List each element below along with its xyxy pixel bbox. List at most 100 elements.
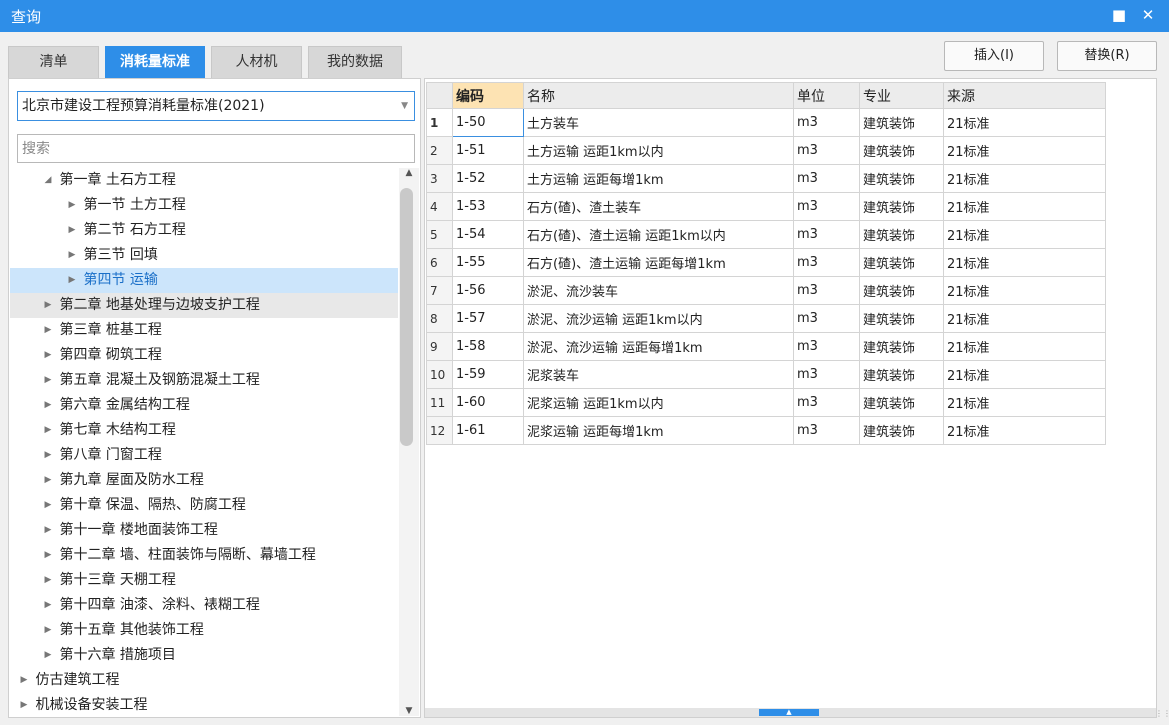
cell-specialty[interactable]: 建筑装饰 [859,220,944,249]
cell-code[interactable]: 1-60 [452,388,524,417]
cell-source[interactable]: 21标准 [943,192,1106,221]
table-row[interactable]: 11 1-60 泥浆运输 运距1km以内 m3 建筑装饰 21标准 [426,388,1106,417]
cell-specialty[interactable]: 建筑装饰 [859,416,944,445]
cell-name[interactable]: 泥浆运输 运距每增1km [523,416,794,445]
tree-node[interactable]: ▶ 第二章 地基处理与边坡支护工程 [10,293,398,318]
collapse-arrow-icon[interactable]: ▲ [759,709,819,716]
cell-source[interactable]: 21标准 [943,276,1106,305]
collapsed-arrow-icon[interactable]: ▶ [41,293,55,318]
tree-scrollbar[interactable]: ▲ ▼ [399,168,419,716]
table-row[interactable]: 1 1-50 土方装车 m3 建筑装饰 21标准 [426,108,1106,137]
tree-node[interactable]: ▶ 第十六章 措施项目 [10,643,398,668]
cell-source[interactable]: 21标准 [943,108,1106,137]
minimize-icon[interactable]: ■ [1108,4,1130,26]
cell-specialty[interactable]: 建筑装饰 [859,164,944,193]
cell-unit[interactable]: m3 [793,416,860,445]
collapsed-arrow-icon[interactable]: ▶ [41,568,55,593]
cell-name[interactable]: 土方装车 [523,108,794,137]
cell-code[interactable]: 1-57 [452,304,524,333]
cell-source[interactable]: 21标准 [943,360,1106,389]
cell-name[interactable]: 淤泥、流沙运输 运距每增1km [523,332,794,361]
cell-code[interactable]: 1-61 [452,416,524,445]
cell-name[interactable]: 泥浆装车 [523,360,794,389]
close-icon[interactable]: ✕ [1137,4,1159,26]
collapsed-arrow-icon[interactable]: ▶ [41,418,55,443]
collapsed-arrow-icon[interactable]: ▶ [65,218,79,243]
table-row[interactable]: 9 1-58 淤泥、流沙运输 运距每增1km m3 建筑装饰 21标准 [426,332,1106,361]
table-row[interactable]: 10 1-59 泥浆装车 m3 建筑装饰 21标准 [426,360,1106,389]
tree-node[interactable]: ◢ 第一章 土石方工程 [10,168,398,193]
tree-node[interactable]: ▶ 第二节 石方工程 [10,218,398,243]
cell-source[interactable]: 21标准 [943,248,1106,277]
cell-code[interactable]: 1-55 [452,248,524,277]
tree-node[interactable]: ▶ 第六章 金属结构工程 [10,393,398,418]
cell-name[interactable]: 石方(碴)、渣土运输 运距1km以内 [523,220,794,249]
cell-unit[interactable]: m3 [793,360,860,389]
cell-source[interactable]: 21标准 [943,304,1106,333]
cell-specialty[interactable]: 建筑装饰 [859,332,944,361]
scroll-thumb[interactable] [400,188,413,446]
tab-labor-material-machine[interactable]: 人材机 [211,46,302,78]
collapsed-arrow-icon[interactable]: ▶ [41,593,55,618]
tree-node-selected[interactable]: ▶ 第四节 运输 [10,268,398,293]
cell-code[interactable]: 1-53 [452,192,524,221]
expanded-arrow-icon[interactable]: ◢ [41,168,55,193]
scroll-down-icon[interactable]: ▼ [403,706,415,716]
cell-name[interactable]: 淤泥、流沙装车 [523,276,794,305]
tree-node[interactable]: ▶ 第四章 砌筑工程 [10,343,398,368]
tree-node[interactable]: ▶ 第七章 木结构工程 [10,418,398,443]
cell-name[interactable]: 石方(碴)、渣土运输 运距每增1km [523,248,794,277]
cell-unit[interactable]: m3 [793,388,860,417]
cell-source[interactable]: 21标准 [943,388,1106,417]
cell-unit[interactable]: m3 [793,304,860,333]
collapsed-arrow-icon[interactable]: ▶ [41,493,55,518]
cell-code[interactable]: 1-51 [452,136,524,165]
cell-specialty[interactable]: 建筑装饰 [859,304,944,333]
collapsed-arrow-icon[interactable]: ▶ [17,668,31,693]
cell-code[interactable]: 1-58 [452,332,524,361]
cell-specialty[interactable]: 建筑装饰 [859,248,944,277]
tree-node[interactable]: ▶ 第十五章 其他装饰工程 [10,618,398,643]
cell-unit[interactable]: m3 [793,136,860,165]
tree-node[interactable]: ▶ 第一节 土方工程 [10,193,398,218]
collapsed-arrow-icon[interactable]: ▶ [17,693,31,716]
cell-source[interactable]: 21标准 [943,416,1106,445]
collapsed-arrow-icon[interactable]: ▶ [65,268,79,293]
tree-node[interactable]: ▶ 第十章 保温、隔热、防腐工程 [10,493,398,518]
cell-source[interactable]: 21标准 [943,164,1106,193]
column-header-source[interactable]: 来源 [943,82,1106,109]
tree-node[interactable]: ▶ 第三节 回填 [10,243,398,268]
cell-source[interactable]: 21标准 [943,332,1106,361]
tree-node[interactable]: ▶ 第十四章 油漆、涂料、裱糊工程 [10,593,398,618]
tree-node[interactable]: ▶ 机械设备安装工程 [10,693,398,716]
collapsed-arrow-icon[interactable]: ▶ [41,468,55,493]
column-header-unit[interactable]: 单位 [793,82,860,109]
cell-specialty[interactable]: 建筑装饰 [859,108,944,137]
tree-node[interactable]: ▶ 第三章 桩基工程 [10,318,398,343]
cell-unit[interactable]: m3 [793,332,860,361]
cell-code[interactable]: 1-54 [452,220,524,249]
column-header-specialty[interactable]: 专业 [859,82,944,109]
cell-unit[interactable]: m3 [793,220,860,249]
cell-code[interactable]: 1-59 [452,360,524,389]
cell-specialty[interactable]: 建筑装饰 [859,388,944,417]
cell-specialty[interactable]: 建筑装饰 [859,276,944,305]
cell-unit[interactable]: m3 [793,248,860,277]
collapsed-arrow-icon[interactable]: ▶ [41,393,55,418]
column-header-code[interactable]: 编码 [452,82,524,109]
cell-unit[interactable]: m3 [793,276,860,305]
cell-unit[interactable]: m3 [793,192,860,221]
cell-name[interactable]: 淤泥、流沙运输 运距1km以内 [523,304,794,333]
insert-button[interactable]: 插入(I) [944,41,1044,71]
table-row[interactable]: 2 1-51 土方运输 运距1km以内 m3 建筑装饰 21标准 [426,136,1106,165]
resize-grip-icon[interactable]: ⋮⋮ [1155,710,1169,721]
tree-node[interactable]: ▶ 仿古建筑工程 [10,668,398,693]
collapsed-arrow-icon[interactable]: ▶ [65,193,79,218]
table-row[interactable]: 12 1-61 泥浆运输 运距每增1km m3 建筑装饰 21标准 [426,416,1106,445]
collapsed-arrow-icon[interactable]: ▶ [41,443,55,468]
table-row[interactable]: 8 1-57 淤泥、流沙运输 运距1km以内 m3 建筑装饰 21标准 [426,304,1106,333]
collapsed-arrow-icon[interactable]: ▶ [41,368,55,393]
cell-specialty[interactable]: 建筑装饰 [859,360,944,389]
table-row[interactable]: 5 1-54 石方(碴)、渣土运输 运距1km以内 m3 建筑装饰 21标准 [426,220,1106,249]
scroll-up-icon[interactable]: ▲ [403,168,415,178]
